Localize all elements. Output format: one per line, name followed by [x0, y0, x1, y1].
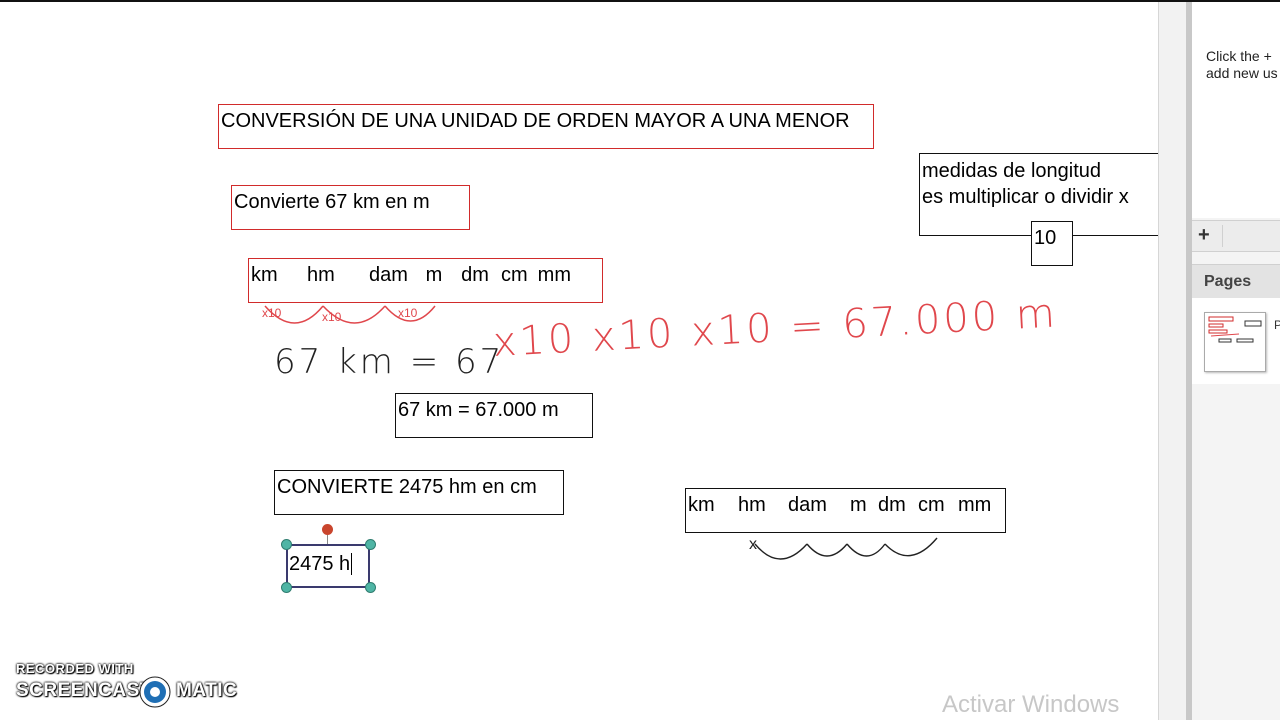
info-number: 10: [1034, 227, 1057, 249]
add-user-hint: Click the + add new us: [1206, 48, 1280, 82]
text-caret: [351, 553, 353, 575]
unit2-m: m: [850, 494, 867, 516]
hint-line2: add new us: [1206, 65, 1278, 81]
arc-label-1: x10: [262, 306, 282, 320]
unit-hm: hm: [307, 264, 335, 286]
handwritten-equation-black: 67 km = 67: [274, 342, 505, 382]
users-panel: Click the + add new us: [1192, 2, 1280, 218]
exercise2-text: CONVIERTE 2475 hm en cm: [277, 476, 537, 498]
red-arcs: [264, 305, 436, 324]
activate-windows-watermark: Activar Windows: [942, 691, 1120, 718]
add-user-button[interactable]: +: [1198, 224, 1210, 247]
watermark-recorded-with: RECORDED WITH: [16, 661, 134, 676]
arc-label-3: x10: [398, 306, 418, 320]
thumbnail-caption: P: [1274, 318, 1280, 332]
pages-label: Pages: [1204, 273, 1252, 290]
rotation-stem: [327, 535, 328, 544]
exercise2-box[interactable]: CONVIERTE 2475 hm en cm: [274, 470, 564, 515]
unit-mm: mm: [537, 264, 571, 286]
whiteboard-canvas[interactable]: CONVERSIÓN DE UNA UNIDAD DE ORDEN MAYOR …: [0, 2, 1159, 720]
unit2-dm: dm: [878, 494, 906, 516]
answer1-text: 67 km = 67.000 m: [398, 399, 559, 421]
unit2-mm: mm: [958, 494, 992, 516]
unit-m: m: [425, 264, 443, 286]
unit-cm: cm: [501, 264, 528, 286]
page-thumbnail[interactable]: [1204, 312, 1266, 372]
unit-dam: dam: [369, 264, 408, 286]
arc-label-2: x10: [322, 310, 342, 324]
editing-textbox[interactable]: 2475 h: [286, 544, 370, 588]
side-panel: Click the + add new us + Pages P: [1192, 2, 1280, 720]
info-line2: es multiplicar o dividir x: [922, 186, 1129, 208]
users-toolbar: +: [1192, 220, 1280, 252]
pages-header[interactable]: Pages: [1192, 264, 1280, 299]
thumbnail-preview-icon: [1208, 316, 1262, 343]
answer1-box[interactable]: 67 km = 67.000 m: [395, 393, 593, 438]
unit2-dam: dam: [788, 494, 827, 516]
resize-handle-tl[interactable]: [281, 539, 292, 550]
toolbar-divider: [1222, 225, 1223, 247]
info-number-box[interactable]: 10: [1031, 221, 1073, 266]
title-box[interactable]: CONVERSIÓN DE UNA UNIDAD DE ORDEN MAYOR …: [218, 104, 874, 149]
units-row-box[interactable]: km hm dam m dm cm mm: [248, 258, 603, 303]
resize-handle-bl[interactable]: [281, 582, 292, 593]
editing-text: 2475 h: [289, 553, 351, 575]
screencast-logo-icon: [139, 676, 171, 708]
unit2-km: km: [688, 494, 715, 516]
exercise1-box[interactable]: Convierte 67 km en m: [231, 185, 470, 230]
info-line1: medidas de longitud: [922, 160, 1102, 182]
pages-list: P: [1192, 298, 1280, 384]
watermark-matic: MATIC: [176, 680, 238, 701]
hint-line1: Click the +: [1206, 48, 1272, 64]
rotate-handle[interactable]: [322, 524, 333, 535]
resize-handle-tr[interactable]: [365, 539, 376, 550]
watermark-screencast: SCREENCAST: [16, 680, 152, 701]
arc-label-black: x: [749, 536, 757, 553]
black-arcs: [754, 537, 938, 560]
unit-dm: dm: [461, 264, 489, 286]
exercise1-text: Convierte 67 km en m: [234, 191, 430, 213]
unit-km: km: [251, 264, 278, 286]
unit2-cm: cm: [918, 494, 945, 516]
title-text: CONVERSIÓN DE UNA UNIDAD DE ORDEN MAYOR …: [221, 110, 850, 132]
resize-handle-br[interactable]: [365, 582, 376, 593]
unit2-hm: hm: [738, 494, 766, 516]
units-row2-box[interactable]: km hm dam m dm cm mm: [685, 488, 1006, 533]
vertical-scrollbar[interactable]: [1158, 2, 1187, 720]
